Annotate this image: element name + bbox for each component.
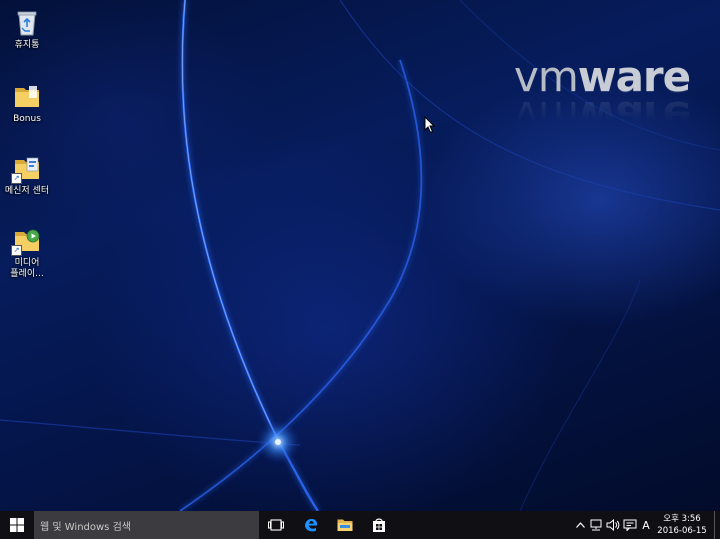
search-box[interactable]: 웹 및 Windows 검색: [34, 511, 259, 539]
volume-button[interactable]: [605, 511, 621, 539]
recycle-bin-icon: [11, 6, 43, 38]
show-hidden-icons-button[interactable]: [573, 511, 587, 539]
edge-button[interactable]: [294, 511, 328, 539]
keyboard-ime-icon: [623, 519, 637, 531]
media-player-folder-icon: ↗: [11, 224, 43, 256]
store-button[interactable]: [362, 511, 396, 539]
edge-icon: [305, 518, 318, 532]
shortcut-arrow-icon: ↗: [11, 173, 22, 184]
desktop-icon-label: 미디어 플레이...: [10, 258, 44, 279]
speaker-icon: [606, 519, 620, 531]
ime-button[interactable]: [622, 511, 638, 539]
show-desktop-button[interactable]: [714, 511, 715, 539]
vmware-logo-reflection: vmware: [514, 92, 691, 141]
clock-time: 오후 3:56: [663, 514, 701, 524]
desktop-icon-media-player[interactable]: ↗ 미디어 플레이...: [0, 224, 57, 280]
desktop-icon-label: 메신저 센터: [4, 186, 50, 196]
shortcut-arrow-icon: ↗: [11, 245, 22, 256]
network-button[interactable]: [588, 511, 604, 539]
taskbar: 웹 및 Windows 검색 A 오후 3:56 2016-06-15: [0, 511, 720, 539]
network-icon: [590, 519, 602, 531]
start-button[interactable]: [0, 511, 34, 539]
chevron-up-icon: [575, 522, 585, 528]
search-placeholder: 웹 및 Windows 검색: [40, 521, 131, 533]
clock[interactable]: 오후 3:56 2016-06-15: [656, 513, 708, 537]
desktop[interactable]: vmware vmware 휴지통 Bonus ↗ 메신저 센터 ↗ 미디어 플…: [0, 0, 720, 511]
windows-logo-icon: [10, 518, 24, 532]
clock-date: 2016-06-15: [657, 526, 707, 536]
desktop-icon-messenger-center[interactable]: ↗ 메신저 센터: [0, 152, 57, 197]
input-indicator[interactable]: A: [639, 511, 653, 539]
task-view-icon: [268, 519, 284, 531]
desktop-icon-recycle-bin[interactable]: 휴지통: [0, 6, 57, 51]
folder-icon: [11, 80, 43, 112]
desktop-icon-bonus[interactable]: Bonus: [0, 80, 57, 125]
task-view-button[interactable]: [259, 511, 293, 539]
file-explorer-icon: [337, 519, 353, 531]
store-icon: [373, 518, 385, 532]
messenger-folder-icon: ↗: [11, 152, 43, 184]
desktop-icon-label: 휴지통: [14, 40, 40, 50]
desktop-icon-label: Bonus: [13, 114, 41, 124]
file-explorer-button[interactable]: [328, 511, 362, 539]
mouse-pointer-icon: [424, 116, 436, 134]
